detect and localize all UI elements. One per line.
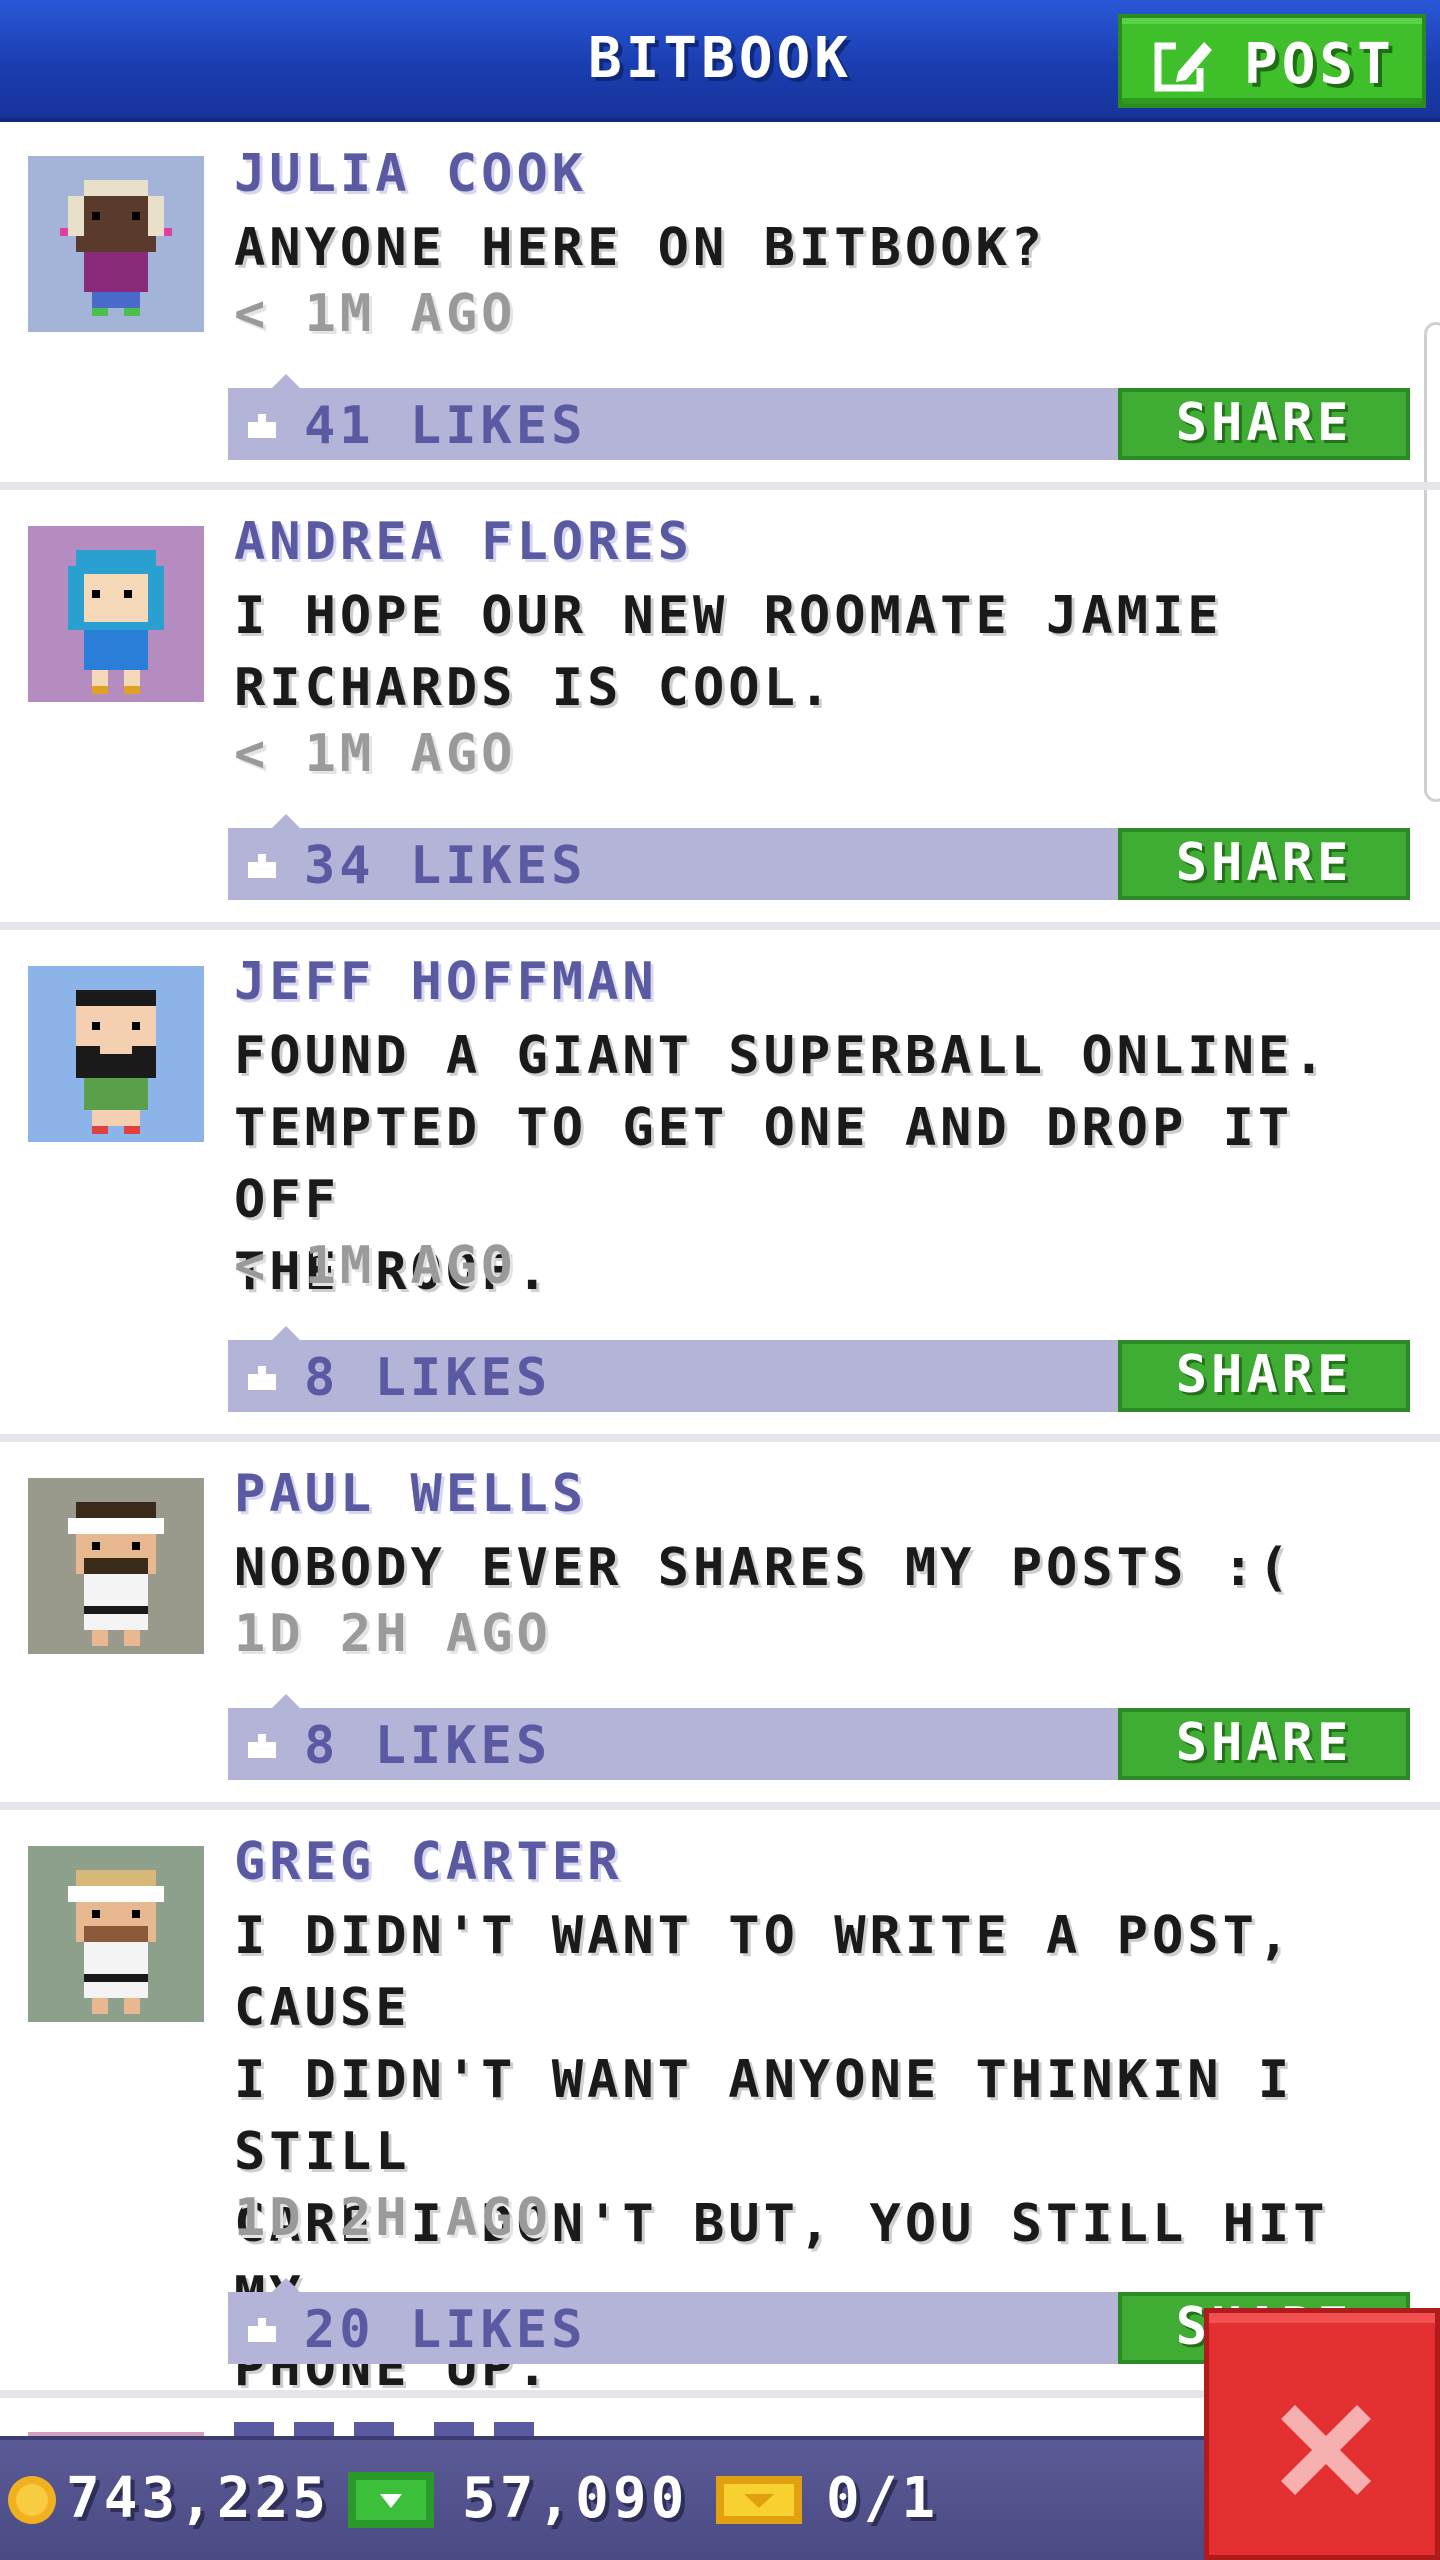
- edit-icon: [1154, 40, 1212, 92]
- thumbs-up-icon[interactable]: [244, 1730, 280, 1762]
- share-button[interactable]: SHARE: [1118, 828, 1410, 900]
- tickets-value: 0/1: [826, 2466, 940, 2531]
- post-button-label: POST: [1244, 32, 1395, 97]
- likes-bar: 8 LIKES SHARE: [228, 1326, 1410, 1412]
- post-message: I HOPE OUR NEW ROOMATE JAMIE RICHARDS IS…: [234, 586, 1223, 718]
- top-bar: BITBOOK POST: [0, 0, 1440, 122]
- post-divider: [0, 1802, 1440, 1810]
- avatar[interactable]: [28, 1846, 204, 2022]
- post-message: ANYONE HERE ON BITBOOK?: [234, 218, 1047, 278]
- post-divider: [0, 1434, 1440, 1442]
- feed-post: JULIA COOK ANYONE HERE ON BITBOOK? < 1M …: [0, 122, 1440, 488]
- avatar[interactable]: [28, 1478, 204, 1654]
- thumbs-up-icon[interactable]: [244, 2314, 280, 2346]
- post-time: < 1M AGO: [234, 724, 517, 784]
- likes-count: 8 LIKES: [304, 1348, 552, 1408]
- post-author[interactable]: GREG CARTER: [234, 1832, 622, 1892]
- post-author[interactable]: JEFF HOFFMAN: [234, 952, 658, 1012]
- share-button[interactable]: SHARE: [1118, 388, 1410, 460]
- share-button[interactable]: SHARE: [1118, 1340, 1410, 1412]
- avatar[interactable]: [28, 156, 204, 332]
- thumbs-up-icon[interactable]: [244, 410, 280, 442]
- post-button[interactable]: POST: [1118, 14, 1426, 108]
- thumbs-up-icon[interactable]: [244, 850, 280, 882]
- feed-post: PAUL WELLS NOBODY EVER SHARES MY POSTS :…: [0, 1442, 1440, 1808]
- bux-value: 57,090: [462, 2466, 689, 2531]
- post-author[interactable]: JULIA COOK: [234, 144, 587, 204]
- post-divider: [0, 482, 1440, 490]
- post-message: NOBODY EVER SHARES MY POSTS :(: [234, 1538, 1294, 1598]
- next-post-author-partial: [234, 2412, 594, 2436]
- post-time: < 1M AGO: [234, 284, 517, 344]
- ticket-icon: [716, 2476, 802, 2524]
- likes-bar: 8 LIKES SHARE: [228, 1694, 1410, 1780]
- avatar[interactable]: [28, 526, 204, 702]
- post-divider: [0, 922, 1440, 930]
- share-button[interactable]: SHARE: [1118, 1708, 1410, 1780]
- likes-count: 41 LIKES: [304, 396, 587, 456]
- coins-value: 743,225: [66, 2466, 331, 2531]
- feed-post: JEFF HOFFMAN FOUND A GIANT SUPERBALL ONL…: [0, 930, 1440, 1440]
- post-author[interactable]: PAUL WELLS: [234, 1464, 587, 1524]
- likes-count: 8 LIKES: [304, 1716, 552, 1776]
- bux-icon: [348, 2472, 434, 2528]
- close-icon: [1281, 2405, 1371, 2495]
- post-time: 1D 2H AGO: [234, 1604, 552, 1664]
- close-button[interactable]: [1204, 2308, 1440, 2560]
- thumbs-up-icon[interactable]: [244, 1362, 280, 1394]
- post-time: 1D 2H AGO: [234, 2188, 552, 2248]
- likes-bar: 34 LIKES SHARE: [228, 814, 1410, 900]
- likes-count: 20 LIKES: [304, 2300, 587, 2360]
- coin-icon: [8, 2476, 56, 2524]
- avatar[interactable]: [28, 966, 204, 1142]
- likes-count: 34 LIKES: [304, 836, 587, 896]
- likes-bar: 41 LIKES SHARE: [228, 374, 1410, 460]
- post-author[interactable]: ANDREA FLORES: [234, 512, 693, 572]
- post-time: < 1M AGO: [234, 1236, 517, 1296]
